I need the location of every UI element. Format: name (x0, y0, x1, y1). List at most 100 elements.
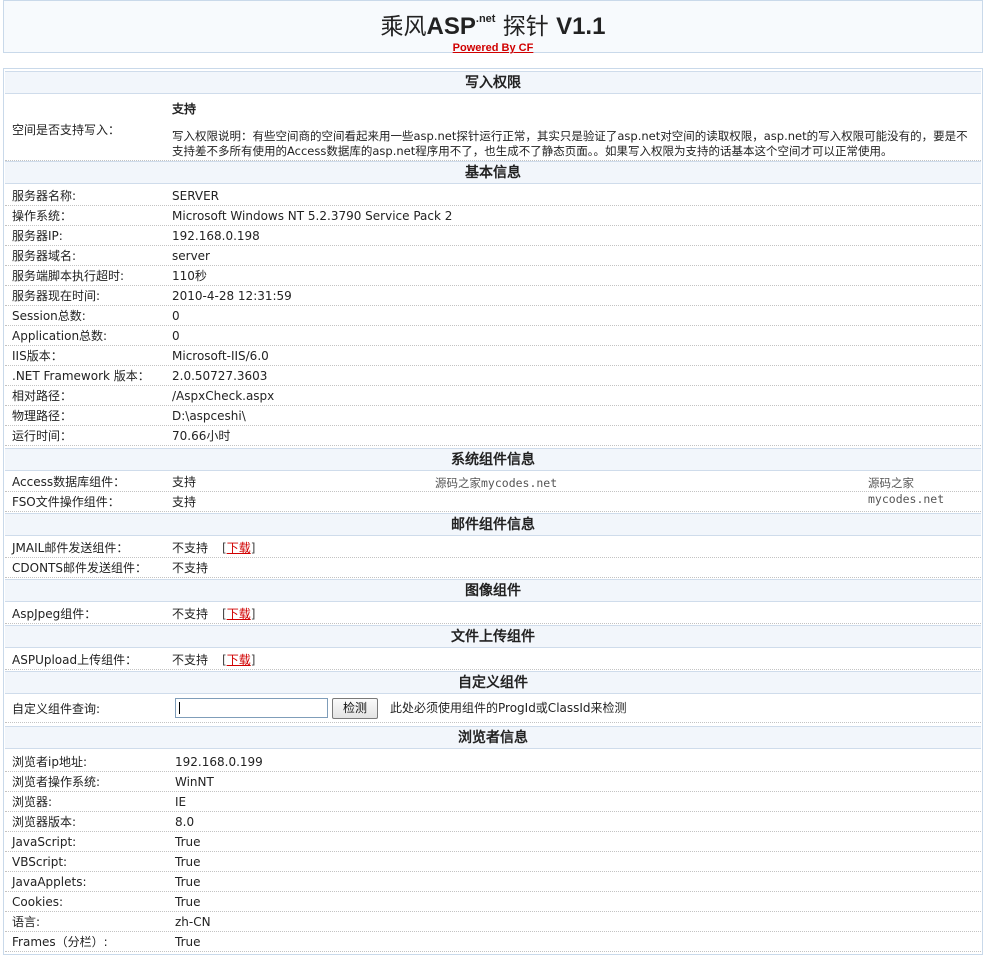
row-label: Frames（分栏）: (12, 935, 108, 949)
row-label: 服务器名称: (12, 189, 77, 203)
row-value: 0 (172, 309, 180, 323)
row-label: VBScript: (12, 855, 68, 869)
table-row: 服务端脚本执行超时: 110秒 (5, 266, 981, 286)
row-label: JavaApplets: (12, 875, 87, 889)
table-row: VBScript: True (5, 852, 981, 872)
row-value: 不支持 (172, 561, 209, 575)
title-version: V1.1 (556, 13, 606, 40)
row-value: 0 (172, 329, 180, 343)
table-row: JMAIL邮件发送组件： 不支持 [下载] (5, 538, 981, 558)
row-label: Application总数: (12, 329, 108, 343)
row-value: 70.66小时 (172, 429, 231, 443)
section-system-components: 系统组件信息 (5, 448, 981, 471)
section-mail-components: 邮件组件信息 (5, 513, 981, 536)
powered-by-link[interactable]: Powered By CF (453, 42, 534, 54)
table-row: 浏览者ip地址: 192.168.0.199 (5, 752, 981, 772)
table-row: 服务器现在时间: 2010-4-28 12:31:59 (5, 286, 981, 306)
download-link[interactable]: [下载] (222, 653, 255, 667)
row-label: 服务器现在时间: (12, 289, 101, 303)
custom-query-note: 此处必须使用组件的ProgId或ClassId来检测 (390, 701, 627, 715)
row-value: 192.168.0.198 (172, 229, 260, 243)
row-value: True (175, 935, 201, 949)
table-row: JavaScript: True (5, 832, 981, 852)
table-row: JavaApplets: True (5, 872, 981, 892)
row-value: 2.0.50727.3603 (172, 369, 268, 383)
row-label: JMAIL邮件发送组件： (12, 541, 129, 555)
row-value: True (175, 895, 201, 909)
table-row: .NET Framework 版本： 2.0.50727.3603 (5, 366, 981, 386)
write-permission-row: 空间是否支持写入： 支持 写入权限说明：有些空间商的空间看起来用一些asp.ne… (5, 95, 981, 161)
row-label: JavaScript: (12, 835, 77, 849)
row-label: 服务端脚本执行超时: (12, 269, 125, 283)
row-value: 192.168.0.199 (175, 755, 263, 769)
row-label: 浏览器版本: (12, 815, 77, 829)
row-value: True (175, 875, 201, 889)
download-link[interactable]: [下载] (222, 607, 255, 621)
row-value: 不支持 [下载] (172, 538, 255, 558)
table-row: ASPUpload上传组件： 不支持 [下载] (5, 650, 981, 670)
row-value: 支持 (172, 495, 197, 509)
row-value: True (175, 855, 201, 869)
table-row: Cookies: True (5, 892, 981, 912)
row-value: 2010-4-28 12:31:59 (172, 289, 292, 303)
row-label: 操作系统： (12, 209, 73, 223)
table-row: 浏览者操作系统: WinNT (5, 772, 981, 792)
row-label: 浏览者ip地址: (12, 755, 87, 769)
title-suffix: 探针 (495, 14, 557, 40)
component-id-input[interactable] (175, 698, 328, 718)
row-label: Session总数: (12, 309, 86, 323)
table-row: 浏览器: IE (5, 792, 981, 812)
row-label: Cookies: (12, 895, 64, 909)
table-row: 服务器域名: server (5, 246, 981, 266)
row-value: D:\aspceshi\ (172, 409, 246, 423)
title-asp: ASP (426, 13, 476, 40)
support-status: 不支持 (172, 607, 209, 621)
row-value: Microsoft Windows NT 5.2.3790 Service Pa… (172, 209, 453, 223)
probe-panel: 写入权限 空间是否支持写入： 支持 写入权限说明：有些空间商的空间看起来用一些a… (3, 68, 983, 955)
table-row: 相对路径： /AspxCheck.aspx (5, 386, 981, 406)
watermark-text: 源码之家mycodes.net (435, 476, 558, 490)
row-label: 运行时间： (12, 429, 73, 443)
section-write-permission: 写入权限 (5, 71, 981, 94)
row-value: True (175, 835, 201, 849)
support-status: 不支持 (172, 653, 209, 667)
table-row: 物理路径： D:\aspceshi\ (5, 406, 981, 426)
row-label: .NET Framework 版本： (12, 369, 150, 383)
row-label: CDONTS邮件发送组件： (12, 561, 147, 575)
row-label: 浏览者操作系统: (12, 775, 101, 789)
page-header: 乘风ASP.net 探针 V1.1 Powered By CF (3, 0, 983, 54)
row-label: IIS版本： (12, 349, 63, 363)
row-label: Access数据库组件： (12, 475, 126, 489)
download-label: 下载 (226, 607, 251, 621)
table-row: AspJpeg组件： 不支持 [下载] (5, 604, 981, 624)
download-link[interactable]: [下载] (222, 541, 255, 555)
row-value: 支持 (172, 475, 197, 489)
section-basic-info: 基本信息 (5, 161, 981, 184)
table-row: CDONTS邮件发送组件： 不支持 (5, 558, 981, 578)
table-row: IIS版本： Microsoft-IIS/6.0 (5, 346, 981, 366)
row-value: IE (175, 795, 187, 809)
table-row: 浏览器版本: 8.0 (5, 812, 981, 832)
table-row: Access数据库组件： 支持 源码之家mycodes.net 源码之家myco… (5, 472, 981, 506)
check-button[interactable]: 检测 (332, 698, 378, 719)
table-row: FSO文件操作组件： 支持 (5, 492, 981, 512)
section-browser-info: 浏览者信息 (5, 726, 981, 749)
row-value: WinNT (175, 775, 214, 789)
support-status: 不支持 (172, 541, 209, 555)
table-row: 服务器IP: 192.168.0.198 (5, 226, 981, 246)
row-value: SERVER (172, 189, 220, 203)
table-row: 语言: zh-CN (5, 912, 981, 932)
row-value: Microsoft-IIS/6.0 (172, 349, 269, 363)
section-custom-components: 自定义组件 (5, 671, 981, 694)
title-prefix: 乘风 (380, 14, 427, 40)
section-upload-components: 文件上传组件 (5, 625, 981, 648)
write-status: 支持 (172, 102, 197, 116)
row-value: 不支持 [下载] (172, 650, 255, 670)
row-value: /AspxCheck.aspx (172, 389, 275, 403)
row-label: 语言: (12, 915, 41, 929)
section-image-components: 图像组件 (5, 579, 981, 602)
row-label: 服务器域名: (12, 249, 77, 263)
row-value: 110秒 (172, 269, 207, 283)
table-row: Application总数: 0 (5, 326, 981, 346)
write-label: 空间是否支持写入： (12, 123, 121, 137)
